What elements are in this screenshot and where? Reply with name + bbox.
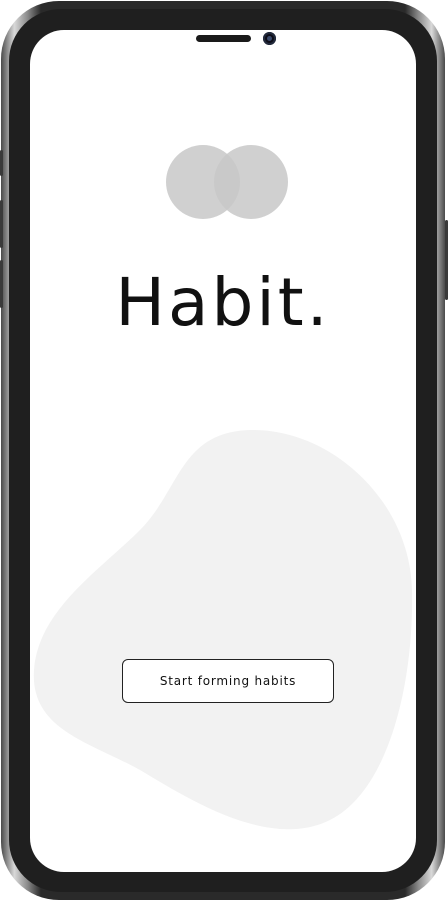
app-title: Habit. xyxy=(115,264,331,341)
earpiece-speaker xyxy=(196,35,251,42)
volume-down-button xyxy=(0,260,3,308)
overlapping-circles-icon xyxy=(166,145,288,219)
volume-up-button xyxy=(0,200,3,248)
front-camera-icon xyxy=(263,32,276,45)
silent-switch xyxy=(0,150,3,176)
start-forming-habits-button[interactable]: Start forming habits xyxy=(122,659,334,703)
device-mockup: Habit. Start forming habits xyxy=(0,0,448,903)
app-screen: Habit. Start forming habits xyxy=(30,30,416,872)
